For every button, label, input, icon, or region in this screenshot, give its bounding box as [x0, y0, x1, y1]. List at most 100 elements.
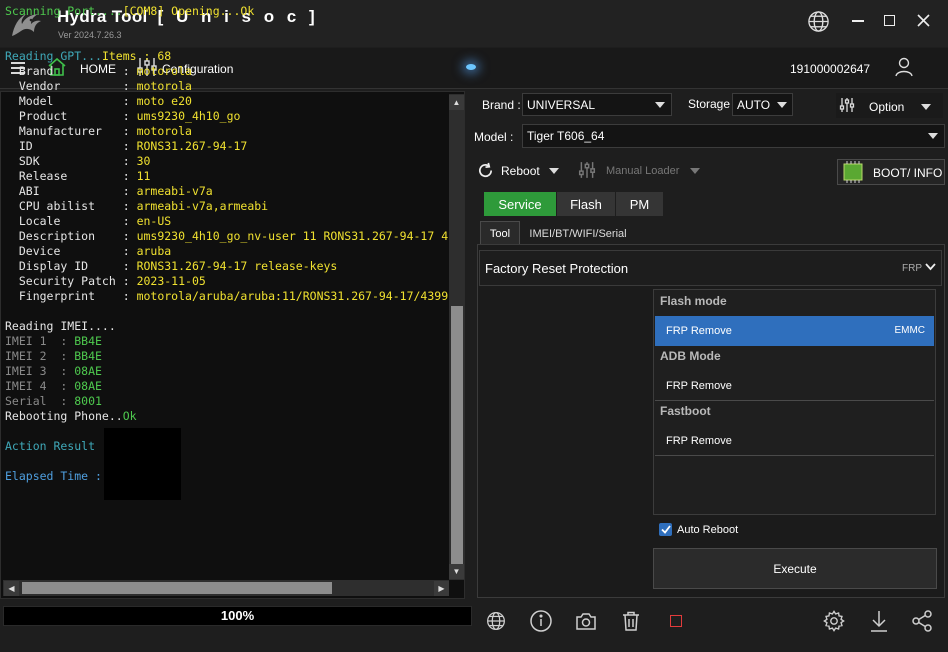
- manual-loader-chevron-icon: [690, 168, 700, 174]
- console-segment: SDK :: [5, 154, 137, 168]
- scroll-down-button[interactable]: ▼: [449, 564, 464, 579]
- console-segment: Fingerprint :: [5, 289, 137, 303]
- manual-loader-label: Manual Loader: [606, 165, 680, 177]
- console-segment: CPU abilist :: [5, 199, 137, 213]
- console-line: Brand : motorola: [5, 64, 448, 79]
- frp-section-tag: FRP: [902, 263, 922, 274]
- user-account-icon[interactable]: [894, 57, 914, 77]
- subtab-imei-bt-wifi-serial[interactable]: IMEI/BT/WIFI/Serial: [522, 223, 634, 245]
- console-segment: RONS31.267-94-17: [136, 139, 248, 153]
- tab-flash[interactable]: Flash: [557, 192, 615, 216]
- subtab-tool[interactable]: Tool: [480, 221, 520, 245]
- console-line: IMEI 4 : 08AE: [5, 379, 448, 394]
- brand-select[interactable]: UNIVERSAL: [522, 93, 672, 116]
- console-segment: BB4E: [74, 334, 102, 348]
- group-header-adb-mode: ADB Mode: [660, 349, 721, 363]
- console-segment: motorola/aruba/aruba:11/RONS31.267-94-17…: [136, 289, 449, 303]
- console-line: Fingerprint : motorola/aruba/aruba:11/RO…: [5, 289, 448, 304]
- console-line: CPU abilist : armeabi-v7a,armeabi: [5, 199, 448, 214]
- scroll-right-button[interactable]: ▶: [434, 581, 449, 596]
- console-segment: motorola: [136, 64, 192, 78]
- console-segment: Security Patch :: [5, 274, 137, 288]
- storage-label: Storage: [688, 97, 731, 111]
- frp-section-title: Factory Reset Protection: [485, 261, 629, 276]
- console-segment: Items : 68: [101, 49, 172, 63]
- console-line: Manufacturer : motorola: [5, 124, 448, 139]
- console-segment: 2023-11-05: [136, 274, 206, 288]
- console-line: Locale : en-US: [5, 214, 448, 229]
- console-segment: 08AE: [74, 379, 102, 393]
- procedure-frp-remove-flash[interactable]: FRP Remove EMMC: [655, 316, 934, 346]
- execute-button[interactable]: Execute: [653, 548, 937, 589]
- console-segment: IMEI 3 :: [5, 364, 75, 378]
- console-vertical-scroll-thumb[interactable]: [451, 306, 463, 564]
- brand-value: UNIVERSAL: [527, 97, 596, 112]
- progress-label: 100%: [220, 608, 255, 623]
- share-icon[interactable]: [911, 610, 933, 632]
- tab-service[interactable]: Service: [484, 192, 556, 216]
- settings-gear-icon[interactable]: [823, 610, 845, 632]
- maximize-icon[interactable]: [884, 15, 895, 26]
- procedure-label: FRP Remove: [666, 434, 732, 447]
- procedure-frp-remove-adb[interactable]: FRP Remove: [655, 371, 934, 401]
- console-segment: moto e20: [136, 94, 192, 108]
- camera-screenshot-icon[interactable]: [576, 612, 596, 630]
- console-segment: motorola: [136, 124, 192, 138]
- console-line: Serial : 8001: [5, 394, 448, 409]
- console-segment: Description :: [5, 229, 137, 243]
- group-header-flash-mode: Flash mode: [660, 294, 727, 308]
- console-segment: en-US: [136, 214, 172, 228]
- auto-reboot-label[interactable]: Auto Reboot: [677, 524, 738, 536]
- download-icon[interactable]: [870, 610, 888, 632]
- info-icon[interactable]: [530, 610, 552, 632]
- console-segment: Vendor :: [5, 79, 137, 93]
- manual-loader-sliders-icon: [578, 161, 596, 179]
- console-segment: armeabi-v7a,armeabi: [136, 199, 269, 213]
- console-segment: Brand :: [5, 64, 137, 78]
- console-line: Reading IMEI....: [5, 319, 448, 334]
- storage-select[interactable]: AUTO: [732, 93, 793, 116]
- close-icon[interactable]: [917, 14, 930, 27]
- console-segment: Rebooting Phone..: [5, 409, 123, 423]
- frp-collapse-chevron-icon[interactable]: [925, 263, 936, 271]
- trash-clear-log-icon[interactable]: [622, 611, 640, 631]
- console-segment: ABI :: [5, 184, 137, 198]
- console-segment: Manufacturer :: [5, 124, 137, 138]
- console-segment: 11: [136, 169, 151, 183]
- stop-icon[interactable]: [670, 615, 682, 627]
- procedure-label: FRP Remove: [666, 379, 732, 392]
- scroll-up-button[interactable]: ▲: [449, 95, 464, 110]
- console-line: IMEI 3 : 08AE: [5, 364, 448, 379]
- redaction-block: [104, 428, 181, 500]
- console-segment: BB4E: [74, 349, 102, 363]
- brand-dropdown-chevron-icon: [655, 102, 665, 108]
- console-horizontal-scroll-thumb[interactable]: [22, 582, 332, 594]
- auto-reboot-checkbox[interactable]: [659, 523, 672, 536]
- console-line: Reading GPT...Items : 68: [5, 49, 448, 64]
- console-line: Action Result : Ok: [5, 439, 448, 454]
- minimize-icon[interactable]: [852, 20, 864, 22]
- console-segment: aruba: [136, 244, 172, 258]
- language-globe-icon[interactable]: [807, 10, 830, 33]
- option-label: Option: [869, 100, 905, 114]
- option-dropdown-chevron-icon: [921, 104, 931, 110]
- scroll-left-button[interactable]: ◀: [4, 581, 19, 596]
- model-select[interactable]: Tiger T606_64: [522, 124, 945, 148]
- reboot-refresh-icon: [477, 162, 494, 179]
- console-segment: ID :: [5, 139, 137, 153]
- tab-pm[interactable]: PM: [616, 192, 663, 216]
- console-line: Product : ums9230_4h10_go: [5, 109, 448, 124]
- console-segment: motorola: [136, 79, 192, 93]
- console-line: SDK : 30: [5, 154, 448, 169]
- console-segment: IMEI 2 :: [5, 349, 75, 363]
- console-segment: Locale :: [5, 214, 137, 228]
- model-value: Tiger T606_64: [527, 129, 605, 143]
- procedure-frp-remove-fastboot[interactable]: FRP Remove: [655, 426, 934, 456]
- console-line: IMEI 1 : BB4E: [5, 334, 448, 349]
- console-segment: armeabi-v7a: [136, 184, 213, 198]
- web-globe-icon[interactable]: [486, 611, 506, 631]
- model-label: Model :: [474, 130, 514, 144]
